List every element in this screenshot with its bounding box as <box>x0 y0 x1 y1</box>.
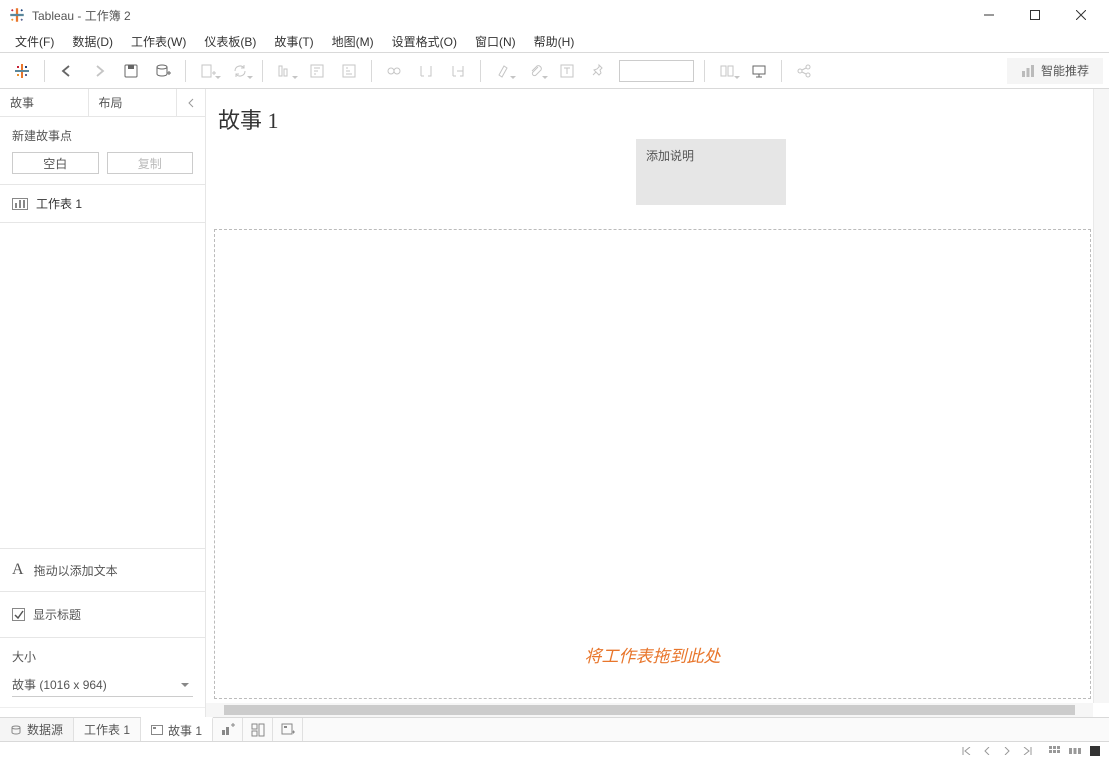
totals-button[interactable] <box>412 58 440 84</box>
share-button[interactable] <box>790 58 818 84</box>
pin-button[interactable] <box>585 58 613 84</box>
story-canvas: 故事 1 添加说明 将工作表拖到此处 <box>206 89 1109 717</box>
text-icon: A <box>12 561 24 579</box>
show-me-button[interactable]: 智能推荐 <box>1007 58 1103 84</box>
new-datasource-button[interactable] <box>149 58 177 84</box>
menu-data[interactable]: 数据(D) <box>63 31 122 52</box>
vertical-scrollbar[interactable] <box>1093 89 1109 703</box>
worksheet-item-label: 工作表 1 <box>36 195 82 212</box>
tableau-start-icon[interactable] <box>8 58 36 84</box>
story-title[interactable]: 故事 1 <box>206 89 1109 143</box>
nav-first-icon[interactable] <box>957 743 977 759</box>
fit-selector <box>619 60 694 82</box>
size-dropdown[interactable]: 故事 (1016 x 964) <box>12 673 193 697</box>
show-me-label: 智能推荐 <box>1041 62 1089 79</box>
new-story-tab-button[interactable] <box>273 718 303 741</box>
drag-text-item[interactable]: A 拖动以添加文本 <box>0 548 205 592</box>
horizontal-scrollbar[interactable] <box>206 703 1093 717</box>
sheet-bar: 数据源 工作表 1 故事 1 <box>0 717 1109 741</box>
size-value: 故事 (1016 x 964) <box>12 676 107 693</box>
labels-button[interactable] <box>444 58 472 84</box>
new-storypoint-label: 新建故事点 <box>12 127 193 144</box>
menu-window[interactable]: 窗口(N) <box>466 31 525 52</box>
show-cards-button[interactable] <box>713 58 741 84</box>
new-dashboard-tab-button[interactable] <box>243 718 273 741</box>
tab-worksheet1[interactable]: 工作表 1 <box>74 718 141 741</box>
redo-button[interactable] <box>85 58 113 84</box>
tab-datasource[interactable]: 数据源 <box>0 718 74 741</box>
tableau-logo-icon <box>8 6 26 24</box>
refresh-button[interactable] <box>226 58 254 84</box>
side-tab-story[interactable]: 故事 <box>0 89 89 116</box>
checkbox-checked-icon <box>12 608 25 621</box>
minimize-button[interactable] <box>966 0 1012 30</box>
new-worksheet-button[interactable] <box>194 58 222 84</box>
save-button[interactable] <box>117 58 145 84</box>
highlight-button[interactable] <box>489 58 517 84</box>
group-button[interactable] <box>380 58 408 84</box>
caption-box[interactable]: 添加说明 <box>636 139 786 205</box>
nav-prev-icon[interactable] <box>977 743 997 759</box>
tab-story1[interactable]: 故事 1 <box>141 717 213 741</box>
menu-story[interactable]: 故事(T) <box>265 31 322 52</box>
sort-asc-button[interactable] <box>303 58 331 84</box>
toolbar: 智能推荐 <box>0 52 1109 89</box>
nav-next-icon[interactable] <box>997 743 1017 759</box>
tab-story1-label: 故事 1 <box>168 722 202 739</box>
tab-datasource-label: 数据源 <box>27 721 63 738</box>
maximize-button[interactable] <box>1012 0 1058 30</box>
menu-dashboard[interactable]: 仪表板(B) <box>195 31 265 52</box>
menu-help[interactable]: 帮助(H) <box>525 31 584 52</box>
worksheet-item[interactable]: 工作表 1 <box>0 185 205 223</box>
presentation-button[interactable] <box>745 58 773 84</box>
menu-worksheet[interactable]: 工作表(W) <box>122 31 195 52</box>
swap-button[interactable] <box>271 58 299 84</box>
view-tabs-icon[interactable] <box>1045 743 1065 759</box>
title-bar: Tableau - 工作簿 2 <box>0 0 1109 30</box>
drop-hint: 将工作表拖到此处 <box>585 642 721 667</box>
view-sheet-icon[interactable] <box>1085 743 1105 759</box>
collapse-sidebar-icon[interactable] <box>177 89 205 116</box>
show-title-toggle[interactable]: 显示标题 <box>0 592 205 638</box>
nav-last-icon[interactable] <box>1017 743 1037 759</box>
text-button[interactable] <box>553 58 581 84</box>
window-title: Tableau - 工作簿 2 <box>32 7 131 24</box>
status-bar <box>0 741 1109 759</box>
menu-file[interactable]: 文件(F) <box>6 31 63 52</box>
duplicate-button: 复制 <box>107 152 194 174</box>
sidebar-scroll[interactable] <box>0 707 205 717</box>
drag-text-label: 拖动以添加文本 <box>34 562 118 579</box>
new-worksheet-tab-button[interactable] <box>213 718 243 741</box>
menu-map[interactable]: 地图(M) <box>323 31 383 52</box>
sort-desc-button[interactable] <box>335 58 363 84</box>
view-filmstrip-icon[interactable] <box>1065 743 1085 759</box>
undo-button[interactable] <box>53 58 81 84</box>
close-button[interactable] <box>1058 0 1104 30</box>
size-label: 大小 <box>12 648 193 665</box>
menu-format[interactable]: 设置格式(O) <box>383 31 466 52</box>
blank-button[interactable]: 空白 <box>12 152 99 174</box>
side-panel: 故事 布局 新建故事点 空白 复制 工作表 1 A 拖动以添加文本 显示标题 大… <box>0 89 206 717</box>
side-tab-layout[interactable]: 布局 <box>89 89 178 116</box>
drop-area[interactable]: 将工作表拖到此处 <box>214 229 1091 699</box>
show-title-label: 显示标题 <box>33 606 81 623</box>
tab-worksheet1-label: 工作表 1 <box>84 721 130 738</box>
menu-bar: 文件(F) 数据(D) 工作表(W) 仪表板(B) 故事(T) 地图(M) 设置… <box>0 30 1109 52</box>
attach-button[interactable] <box>521 58 549 84</box>
worksheet-icon <box>12 198 28 210</box>
